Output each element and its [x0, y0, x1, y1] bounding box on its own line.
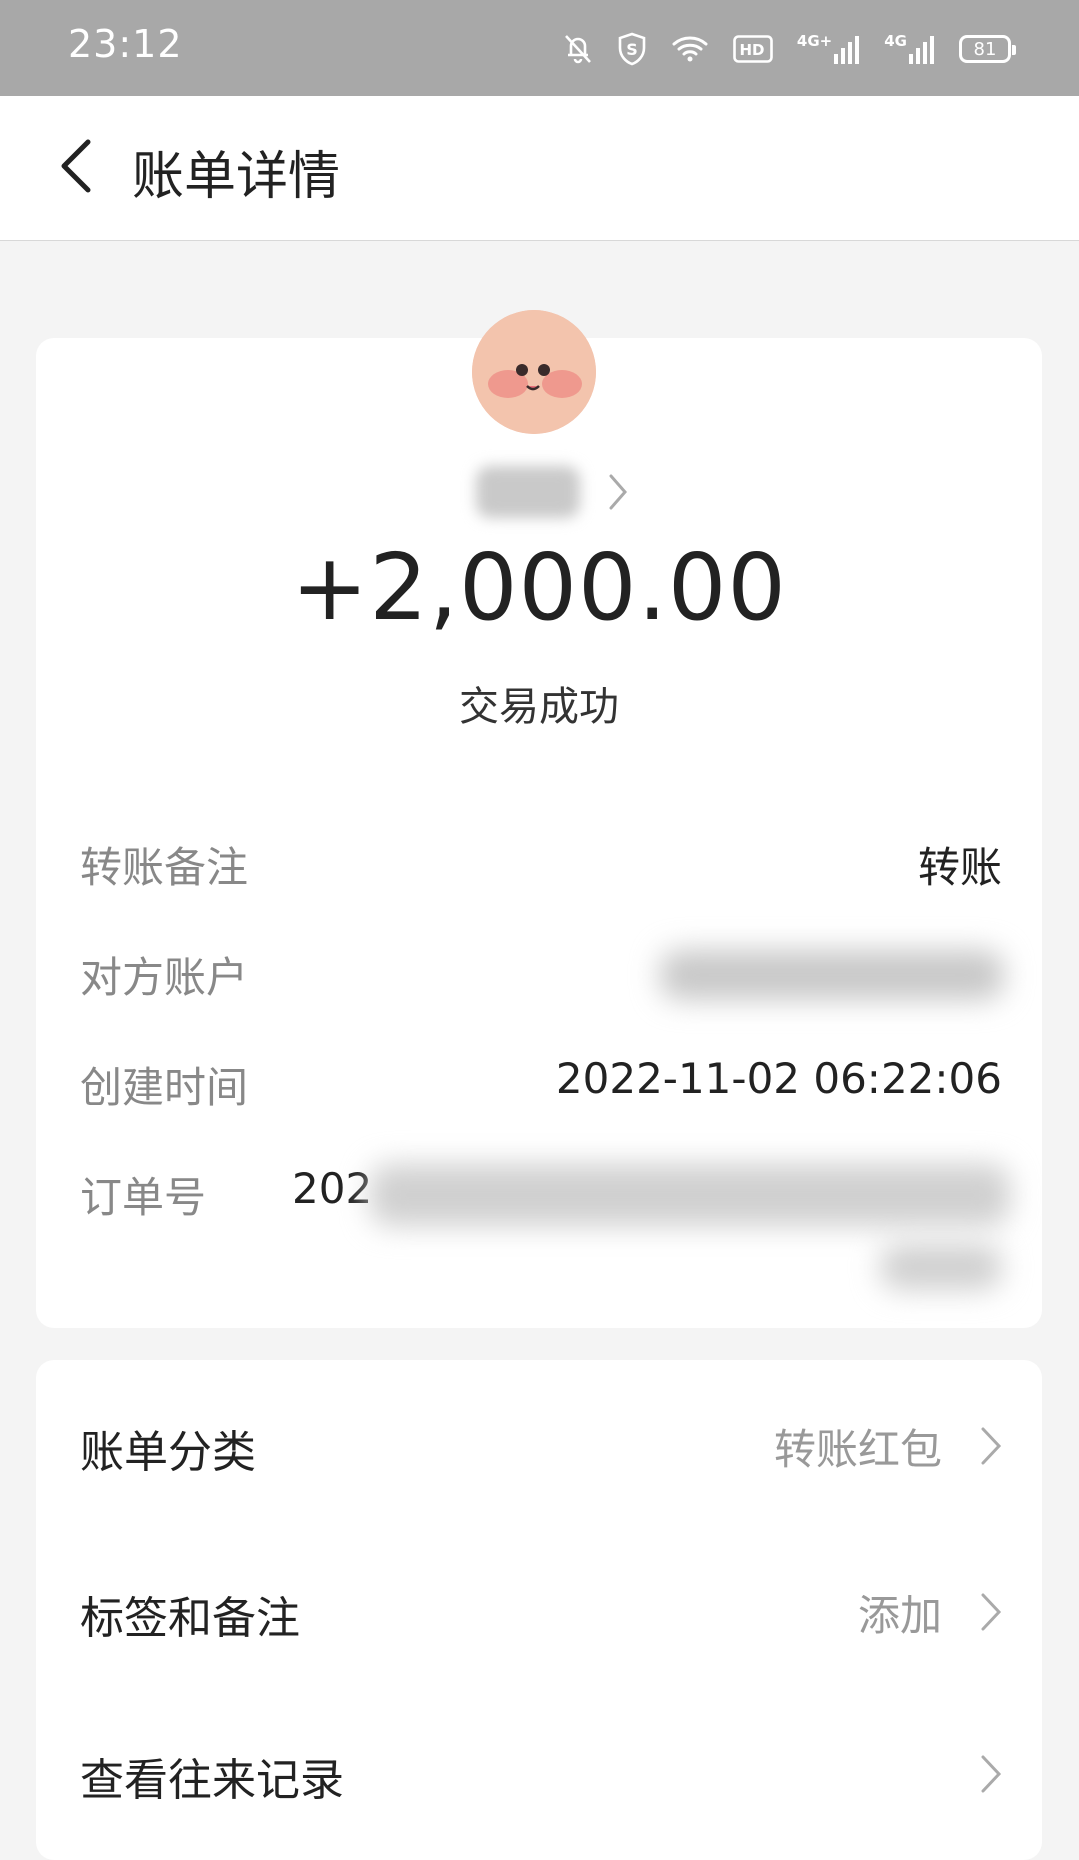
counterparty-redacted: [660, 950, 1004, 1000]
svg-text:HD: HD: [739, 41, 764, 59]
payer-name-redacted: [476, 466, 580, 518]
chevron-right-icon: [981, 1427, 1002, 1465]
status-icons: S HD 4G+ 4G 81: [563, 26, 1016, 72]
options-card: 账单分类 转账红包 标签和备注 添加 查看往来记录: [36, 1360, 1042, 1860]
detail-value: 202: [292, 1164, 373, 1213]
svg-text:S: S: [626, 40, 638, 59]
chevron-right-icon: [981, 1755, 1002, 1793]
hd-icon: HD: [733, 35, 773, 63]
order-number-redacted: [370, 1164, 1010, 1226]
detail-label: 订单号: [80, 1173, 207, 1222]
menu-item-tags-notes[interactable]: 标签和备注 添加: [80, 1578, 1002, 1648]
payer-name-row[interactable]: [476, 466, 628, 518]
bell-off-icon: [563, 33, 593, 65]
menu-item-label: 账单分类: [80, 1427, 256, 1478]
detail-value: 2022-11-02 06:22:06: [555, 1054, 1002, 1103]
page-title: 账单详情: [132, 147, 341, 207]
detail-label: 创建时间: [80, 1063, 249, 1112]
chevron-right-icon: [609, 474, 627, 510]
status-time: 23:12: [68, 22, 183, 66]
menu-item-label: 标签和备注: [80, 1593, 300, 1644]
chevron-right-icon: [981, 1593, 1002, 1631]
detail-value: 转账: [917, 843, 1002, 892]
detail-row-counterparty: 对方账户: [80, 944, 1004, 1004]
menu-item-bill-category[interactable]: 账单分类 转账红包: [80, 1412, 1002, 1482]
signal-4g-icon: 4G+: [797, 34, 860, 64]
battery-icon: 81: [959, 35, 1016, 63]
transaction-card: +2,000.00 交易成功 转账备注 转账 对方账户 创建时间 2022-11…: [36, 310, 1042, 1328]
status-bar: 23:12 S HD 4G+ 4G 81: [0, 0, 1079, 96]
header: 账单详情: [0, 96, 1079, 241]
menu-item-value: 添加: [857, 1591, 942, 1640]
battery-level: 81: [973, 38, 997, 60]
chevron-left-icon: [61, 139, 91, 193]
menu-item-value: 转账红包: [773, 1425, 942, 1474]
detail-label: 转账备注: [80, 843, 249, 892]
signal-4g-icon: 4G: [884, 34, 935, 64]
order-number-redacted: [880, 1244, 1002, 1290]
detail-row-remark: 转账备注 转账: [80, 834, 1002, 894]
shield-s-icon: S: [617, 32, 647, 66]
avatar[interactable]: [472, 310, 596, 434]
menu-item-label: 查看往来记录: [80, 1755, 344, 1806]
detail-row-order-number: 订单号 202: [80, 1164, 1010, 1334]
transaction-amount: +2,000.00: [291, 534, 787, 641]
transaction-status: 交易成功: [459, 684, 619, 730]
detail-row-created-time: 创建时间 2022-11-02 06:22:06: [80, 1054, 1002, 1114]
back-button[interactable]: [36, 126, 116, 206]
detail-label: 对方账户: [80, 953, 249, 1002]
menu-item-transaction-history[interactable]: 查看往来记录: [80, 1740, 1002, 1810]
wifi-icon: [671, 34, 709, 64]
